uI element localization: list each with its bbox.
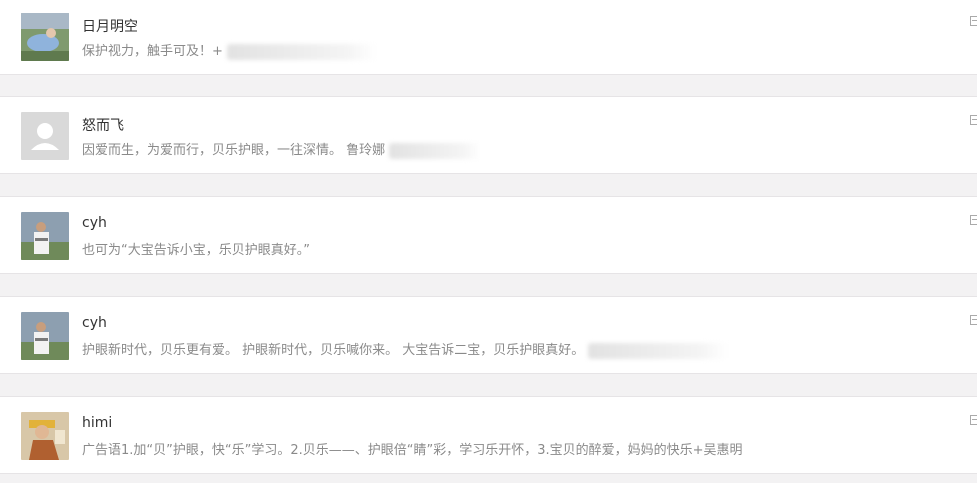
comment-author[interactable]: 日月明空 — [82, 16, 138, 36]
user-avatar[interactable] — [21, 13, 69, 61]
comment-text: 保护视力，触手可及！+ — [82, 40, 377, 60]
comment-text: 护眼新时代，贝乐更有爱。 护眼新时代，贝乐喊你来。 大宝告诉二宝，贝乐护眼真好。 — [82, 339, 729, 359]
comment-item: cyh 护眼新时代，贝乐更有爱。 护眼新时代，贝乐喊你来。 大宝告诉二宝，贝乐护… — [0, 296, 977, 374]
redacted-text — [389, 142, 482, 159]
avatar-photo-icon — [21, 212, 69, 260]
comment-text: 广告语1.加“贝”护眼，快“乐”学习。2.贝乐——、护眼倍“睛”彩，学习乐开怀，… — [82, 439, 743, 458]
avatar-photo-icon — [21, 312, 69, 360]
default-avatar-icon — [21, 112, 69, 160]
comment-text-content: 保护视力，触手可及！+ — [82, 44, 223, 59]
redacted-text — [226, 43, 377, 60]
more-icon[interactable] — [970, 115, 977, 125]
comment-author[interactable]: cyh — [82, 315, 107, 331]
comment-text-content: 护眼新时代，贝乐更有爱。 护眼新时代，贝乐喊你来。 大宝告诉二宝，贝乐护眼真好。 — [82, 343, 585, 358]
comment-list: 日月明空 保护视力，触手可及！+ 怒而飞 因爱而生，为爱而行，贝乐护眼，一往深情… — [0, 0, 977, 483]
user-avatar[interactable] — [21, 112, 69, 160]
comment-author[interactable]: cyh — [82, 215, 107, 231]
more-icon[interactable] — [970, 215, 977, 225]
user-avatar[interactable] — [21, 312, 69, 360]
comment-text: 也可为“大宝告诉小宝，乐贝护眼真好。” — [82, 239, 310, 258]
comment-author[interactable]: himi — [82, 415, 112, 431]
comment-item: 怒而飞 因爱而生，为爱而行，贝乐护眼，一往深情。 鲁玲娜 — [0, 96, 977, 174]
more-icon[interactable] — [970, 16, 977, 26]
user-avatar[interactable] — [21, 212, 69, 260]
comment-text: 因爱而生，为爱而行，贝乐护眼，一往深情。 鲁玲娜 — [82, 139, 482, 159]
redacted-text — [588, 342, 729, 359]
comment-item: himi 广告语1.加“贝”护眼，快“乐”学习。2.贝乐——、护眼倍“睛”彩，学… — [0, 396, 977, 474]
avatar-photo-icon — [21, 13, 69, 61]
comment-item: cyh 也可为“大宝告诉小宝，乐贝护眼真好。” — [0, 196, 977, 274]
comment-text-content: 因爱而生，为爱而行，贝乐护眼，一往深情。 鲁玲娜 — [82, 143, 386, 158]
more-icon[interactable] — [970, 315, 977, 325]
comment-author[interactable]: 怒而飞 — [82, 115, 124, 135]
avatar-photo-icon — [21, 412, 69, 460]
comment-text-content: 也可为“大宝告诉小宝，乐贝护眼真好。” — [82, 243, 310, 258]
comment-text-content: 广告语1.加“贝”护眼，快“乐”学习。2.贝乐——、护眼倍“睛”彩，学习乐开怀，… — [82, 443, 743, 458]
comment-item: 日月明空 保护视力，触手可及！+ — [0, 0, 977, 75]
more-icon[interactable] — [970, 415, 977, 425]
user-avatar[interactable] — [21, 412, 69, 460]
